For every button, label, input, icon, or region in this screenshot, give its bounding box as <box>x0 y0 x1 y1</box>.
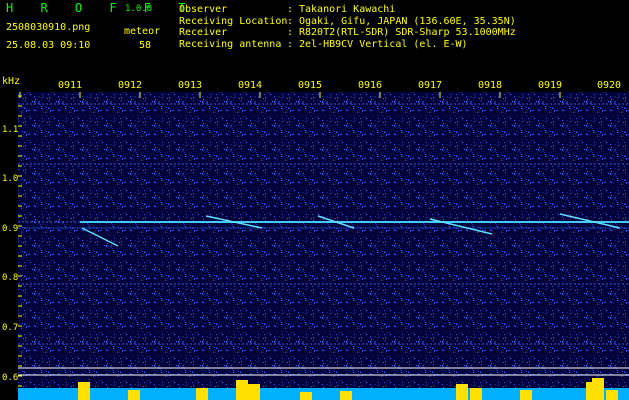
info-row-location: Receiving Location : Ogaki, Gifu, JAPAN … <box>179 16 516 28</box>
x-tick-label: 0913 <box>178 80 203 91</box>
y-tick-label: 0.9 <box>2 224 19 234</box>
signal-peak <box>300 392 312 400</box>
meteor-count: 58 <box>139 40 152 51</box>
info-sep: : <box>287 27 294 38</box>
signal-peak <box>592 378 604 400</box>
info-value: 2el-HB9CV Vertical (el. E-W) <box>299 38 468 50</box>
signal-peak <box>606 390 618 400</box>
info-key: Receiving antenna <box>179 38 282 50</box>
x-tick-label: 0919 <box>538 80 563 91</box>
x-tick-label: 0911 <box>58 80 83 91</box>
signal-peak <box>470 388 482 400</box>
signal-peak <box>520 390 532 400</box>
signal-peak <box>456 384 468 400</box>
x-tick-label: 0914 <box>238 80 263 91</box>
x-tick-label: 0916 <box>358 80 383 91</box>
file-name: 2508030910.png <box>6 22 91 33</box>
y-tick-label: 0.8 <box>2 273 19 283</box>
signal-peak <box>196 388 208 400</box>
meteor-label: meteor <box>124 26 161 37</box>
info-value: Takanori Kawachi <box>299 4 396 15</box>
signal-baseline <box>18 388 629 400</box>
info-key: Observer <box>179 4 228 15</box>
y-tick-label: 0.6 <box>2 373 19 383</box>
signal-peak <box>248 384 260 400</box>
info-row-antenna: Receiving antenna : 2el-HB9CV Vertical (… <box>179 39 516 51</box>
app-title: H R O F F T <box>6 1 196 15</box>
info-value: R820T2(RTL-SDR) SDR-Sharp 53.1000MHz <box>299 27 516 38</box>
app-version: 1.0.0 <box>125 4 153 14</box>
info-sep: : <box>287 38 294 50</box>
station-info: Observer : Takanori Kawachi Receiving Lo… <box>179 4 516 50</box>
date-time: 25.08.03 09:10 <box>6 40 91 51</box>
info-row-observer: Observer : Takanori Kawachi <box>179 4 516 16</box>
noise-background <box>18 92 629 400</box>
x-tick-label: 0918 <box>478 80 503 91</box>
y-tick-label: 1.1 <box>2 125 19 135</box>
info-row-receiver: Receiver : R820T2(RTL-SDR) SDR-Sharp 53.… <box>179 27 516 39</box>
signal-peak <box>236 380 248 400</box>
signal-peak <box>128 390 140 400</box>
spectrogram-plot <box>18 92 629 400</box>
y-tick-label: 1.0 <box>2 174 19 184</box>
signal-peak <box>78 382 90 400</box>
info-sep: : <box>287 15 294 27</box>
x-tick-label: 0917 <box>418 80 443 91</box>
y-axis-unit: kHz <box>2 76 21 87</box>
x-tick-label: 0915 <box>298 80 323 91</box>
x-tick-label: 0920 <box>597 80 622 91</box>
info-value: Ogaki, Gifu, JAPAN (136.60E, 35.35N) <box>299 15 516 27</box>
signal-peak <box>340 391 352 400</box>
info-key: Receiving Location <box>179 15 288 27</box>
y-tick-label: 0.7 <box>2 323 19 333</box>
info-key: Receiver <box>179 27 228 38</box>
info-sep: : <box>287 4 294 15</box>
x-tick-label: 0912 <box>118 80 143 91</box>
